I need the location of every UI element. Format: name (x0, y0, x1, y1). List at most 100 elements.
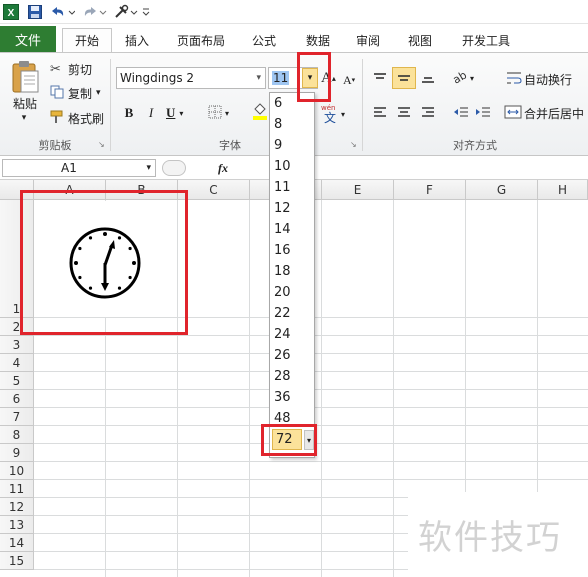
borders-dropdown-icon: ▾ (225, 108, 230, 118)
alignment-group-label: 对齐方式 (453, 139, 497, 152)
tab-home[interactable]: 开始 (62, 28, 112, 52)
align-bottom-icon[interactable] (420, 69, 436, 87)
list-item[interactable]: 22 (274, 303, 310, 324)
paste-dropdown-icon[interactable]: ▾ (18, 113, 30, 123)
shrink-font-button[interactable]: A ▾ (343, 71, 355, 89)
column-header-g[interactable]: G (466, 180, 538, 200)
wrap-text-button[interactable]: 自动换行 (506, 69, 572, 89)
tab-formulas[interactable]: 公式 (242, 28, 286, 52)
insert-function-button[interactable]: fx (218, 160, 228, 176)
row-header-9[interactable]: 9 (0, 444, 34, 462)
copy-button[interactable]: 复制 ▾ (50, 84, 101, 102)
clipboard-launcher-icon[interactable]: ↘ (98, 140, 105, 149)
gridline (34, 479, 588, 480)
format-painter-icon[interactable] (112, 3, 140, 21)
font-size-value: 11 (272, 71, 290, 85)
list-item[interactable]: 14 (274, 219, 310, 240)
align-top-icon[interactable] (372, 69, 388, 87)
wen-phonetic-icon: wén 文 (320, 102, 340, 127)
font-launcher-icon[interactable]: ↘ (350, 140, 357, 149)
undo-icon[interactable] (48, 3, 76, 21)
fill-color-button[interactable] (252, 101, 268, 123)
orientation-button[interactable]: ab ▾ (451, 68, 474, 87)
bold-button[interactable]: B (122, 103, 136, 123)
row-header-3[interactable]: 3 (0, 336, 34, 354)
increase-indent-icon[interactable] (474, 103, 492, 121)
tab-view[interactable]: 视图 (398, 28, 442, 52)
align-middle-icon[interactable] (392, 67, 416, 89)
save-icon[interactable] (26, 3, 44, 21)
svg-text:X: X (8, 8, 15, 19)
paste-icon[interactable] (8, 57, 42, 97)
row-header-8[interactable]: 8 (0, 426, 34, 444)
quick-access-toolbar: X (0, 0, 588, 24)
list-item[interactable]: 24 (274, 324, 310, 345)
align-center-icon[interactable] (396, 103, 412, 121)
border-grid-icon (208, 105, 222, 122)
row-header-13[interactable]: 13 (0, 516, 34, 534)
ribbon-tabs: 文件 开始 插入 页面布局 公式 数据 审阅 视图 开发工具 (0, 24, 588, 52)
align-right-icon[interactable] (420, 103, 436, 121)
column-header-c[interactable]: C (178, 180, 250, 200)
wrap-text-icon (506, 71, 524, 88)
svg-text:文: 文 (324, 110, 336, 124)
italic-button[interactable]: I (144, 103, 158, 123)
tab-file[interactable]: 文件 (0, 26, 56, 52)
align-left-icon[interactable] (372, 103, 388, 121)
merge-center-label: 合并后居中 (524, 106, 585, 121)
paint-bucket-icon (252, 101, 268, 124)
column-header-f[interactable]: F (394, 180, 466, 200)
column-header-h[interactable]: H (538, 180, 588, 200)
underline-button[interactable]: U ▾ (166, 103, 183, 123)
list-item[interactable]: 18 (274, 261, 310, 282)
font-name-combo[interactable]: Wingdings 2 ▾ (116, 67, 266, 89)
name-box[interactable]: A1 ▾ (2, 159, 156, 177)
font-size-dropdown-list[interactable]: 6 8 9 10 11 12 14 16 18 20 22 24 26 28 3… (269, 92, 315, 458)
phonetic-button[interactable]: wén 文 ▾ (320, 103, 345, 125)
format-painter-button[interactable]: 格式刷 (50, 109, 104, 127)
row-header-6[interactable]: 6 (0, 390, 34, 408)
list-item[interactable]: 16 (274, 240, 310, 261)
redo-icon[interactable] (80, 3, 108, 21)
tab-data[interactable]: 数据 (296, 28, 340, 52)
list-item[interactable]: 12 (274, 198, 310, 219)
phonetic-dropdown-icon: ▾ (341, 109, 346, 119)
format-painter-label: 格式刷 (68, 111, 105, 126)
shrink-font-label: A (343, 72, 352, 87)
row-header-14[interactable]: 14 (0, 534, 34, 552)
row-header-12[interactable]: 12 (0, 498, 34, 516)
font-name-dropdown-icon: ▾ (256, 73, 261, 83)
row-header-10[interactable]: 10 (0, 462, 34, 480)
copy-icon (50, 85, 66, 102)
list-item[interactable]: 20 (274, 282, 310, 303)
brush-icon (50, 110, 66, 127)
list-item[interactable]: 28 (274, 366, 310, 387)
tab-page-layout[interactable]: 页面布局 (168, 28, 234, 52)
formula-scroll-handle[interactable] (162, 160, 186, 176)
tab-developer[interactable]: 开发工具 (454, 28, 518, 52)
row-header-5[interactable]: 5 (0, 372, 34, 390)
list-item[interactable]: 11 (274, 177, 310, 198)
row-header-11[interactable]: 11 (0, 480, 34, 498)
row-header-4[interactable]: 4 (0, 354, 34, 372)
row-header-7[interactable]: 7 (0, 408, 34, 426)
tab-insert[interactable]: 插入 (116, 28, 158, 52)
borders-button[interactable]: ▾ (208, 103, 229, 123)
row-header-15[interactable]: 15 (0, 552, 34, 570)
list-item[interactable]: 9 (274, 135, 310, 156)
list-item[interactable]: 8 (274, 114, 310, 135)
separator (362, 59, 363, 151)
customize-qat-icon[interactable] (140, 3, 152, 21)
list-item[interactable]: 36 (274, 387, 310, 408)
merge-center-button[interactable]: 合并后居中 (504, 103, 584, 123)
tab-review[interactable]: 审阅 (346, 28, 390, 52)
callout-box-cell (20, 190, 188, 335)
decrease-indent-icon[interactable] (452, 103, 470, 121)
list-item[interactable]: 26 (274, 345, 310, 366)
font-group-label: 字体 (219, 139, 241, 152)
paste-button[interactable]: 粘贴 (10, 95, 40, 111)
font-name-value: Wingdings 2 (120, 71, 195, 85)
list-item[interactable]: 10 (274, 156, 310, 177)
column-header-e[interactable]: E (322, 180, 394, 200)
cut-button[interactable]: ✂ 剪切 (50, 60, 92, 78)
